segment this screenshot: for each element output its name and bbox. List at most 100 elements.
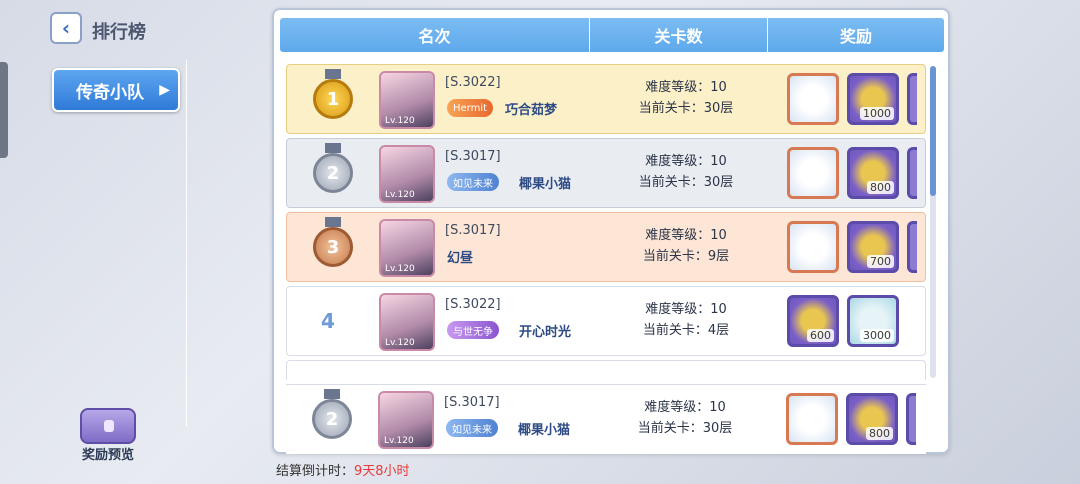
server-id: [S.3022] <box>445 297 501 312</box>
reward-qty: 600 <box>807 329 834 342</box>
back-button[interactable]: ‹ <box>50 12 82 44</box>
rank-number: 3 <box>326 236 340 258</box>
player-name: 椰果小猫 <box>518 423 571 438</box>
player-name: 巧合茹梦 <box>505 103 558 118</box>
header-stage: 关卡数 <box>590 18 768 52</box>
my-rank-row[interactable]: 2 Lv.120 [S.3017] 如见未来 椰果小猫 难度等级：10 当前关卡… <box>286 384 926 454</box>
player-name: 开心时光 <box>519 325 572 340</box>
ribbon-icon <box>325 69 341 79</box>
avatar[interactable]: Lv.120 <box>379 219 435 277</box>
table-row[interactable]: 4 Lv.120 [S.3022] 与世无争 开心时光 难度等级：10 当前关卡… <box>286 286 926 356</box>
server-id: [S.3017] <box>445 149 501 164</box>
header-reward: 奖励 <box>839 27 872 46</box>
ranking-list[interactable]: 1 Lv.120 [S.3022] Hermit 巧合茹梦 难度等级：10 当前… <box>274 62 938 380</box>
reward-qty: 3000 <box>860 329 894 342</box>
reward-coin-item[interactable]: 600 <box>787 295 839 347</box>
settlement-countdown: 结算倒计时：9天8小时 <box>276 460 410 479</box>
level-badge: Lv.120 <box>385 116 415 126</box>
avatar[interactable]: Lv.120 <box>379 71 435 129</box>
table-row[interactable] <box>286 360 926 380</box>
server-id: [S.3017] <box>445 223 501 238</box>
level-badge: Lv.120 <box>385 338 415 348</box>
reward-frame-item[interactable] <box>787 147 839 199</box>
difficulty-text: 难度等级：10 <box>645 228 727 243</box>
bronze-medal-icon: 3 <box>313 227 353 267</box>
reward-coin-item[interactable]: 1000 <box>847 73 899 125</box>
reward-qty: 1000 <box>860 107 894 120</box>
difficulty-text: 难度等级：10 <box>645 302 727 317</box>
difficulty-text: 难度等级：10 <box>644 400 726 415</box>
current-stage-text: 当前关卡：30层 <box>637 421 733 436</box>
table-row[interactable]: 2 Lv.120 [S.3017] 如见未来 椰果小猫 难度等级：10 当前关卡… <box>286 138 926 208</box>
ribbon-icon <box>324 389 340 399</box>
silver-medal-icon: 2 <box>313 153 353 193</box>
reward-qty: 700 <box>867 255 894 268</box>
edge-handle[interactable] <box>0 62 8 158</box>
difficulty-text: 难度等级：10 <box>645 80 727 95</box>
reward-item-partial[interactable] <box>907 147 917 199</box>
header-rank: 名次 <box>280 18 590 52</box>
reward-coin-item[interactable]: 800 <box>847 147 899 199</box>
stage-info: 难度等级：10 当前关卡：9层 <box>621 225 751 267</box>
triangle-right-icon: ▶ <box>159 82 170 98</box>
current-stage-text: 当前关卡：4层 <box>642 323 730 338</box>
reward-coin-item[interactable]: 800 <box>846 393 898 445</box>
reward-preview-button[interactable]: 奖励预览 <box>76 408 140 463</box>
reward-preview-label: 奖励预览 <box>81 448 134 463</box>
level-badge: Lv.120 <box>384 436 414 446</box>
countdown-value: 9天8小时 <box>354 464 410 479</box>
rank-number: 2 <box>326 162 340 184</box>
server-id: [S.3017] <box>444 395 500 410</box>
rank-number: 4 <box>321 309 335 333</box>
divider <box>186 60 187 426</box>
reward-item-partial[interactable] <box>907 221 917 273</box>
avatar[interactable]: Lv.120 <box>378 391 434 449</box>
reward-item-partial[interactable] <box>907 73 917 125</box>
reward-crystal-item[interactable]: 3000 <box>847 295 899 347</box>
chevron-left-icon: ‹ <box>61 16 71 40</box>
table-header: 名次 关卡数 奖励 <box>280 18 944 52</box>
server-id: [S.3022] <box>445 75 501 90</box>
current-stage-text: 当前关卡：30层 <box>638 175 734 190</box>
title-badge: 如见未来 <box>446 419 498 437</box>
title-badge: 如见未来 <box>447 173 499 191</box>
reward-frame-item[interactable] <box>787 221 839 273</box>
reward-frame-item[interactable] <box>786 393 838 445</box>
stage-info: 难度等级：10 当前关卡：30层 <box>621 77 751 119</box>
ranking-panel: 名次 关卡数 奖励 1 Lv.120 [S.3022] Hermit 巧合茹梦 … <box>272 8 950 454</box>
level-badge: Lv.120 <box>385 190 415 200</box>
silver-medal-icon: 2 <box>312 399 352 439</box>
reward-frame-item[interactable] <box>787 73 839 125</box>
table-row[interactable]: 3 Lv.120 [S.3017] 幻昼 难度等级：10 当前关卡：9层 700 <box>286 212 926 282</box>
avatar[interactable]: Lv.120 <box>379 293 435 351</box>
stage-info: 难度等级：10 当前关卡：30层 <box>621 151 751 193</box>
level-badge: Lv.120 <box>385 264 415 274</box>
table-row[interactable]: 1 Lv.120 [S.3022] Hermit 巧合茹梦 难度等级：10 当前… <box>286 64 926 134</box>
reward-qty: 800 <box>867 181 894 194</box>
scrollbar[interactable] <box>930 66 936 378</box>
current-stage-text: 当前关卡：9层 <box>642 249 730 264</box>
player-name: 幻昼 <box>447 251 474 266</box>
stage-info: 难度等级：10 当前关卡：4层 <box>621 299 751 341</box>
gold-medal-icon: 1 <box>313 79 353 119</box>
ribbon-icon <box>325 143 341 153</box>
stage-info: 难度等级：10 当前关卡：30层 <box>620 397 750 439</box>
tab-label: 传奇小队 <box>76 82 144 103</box>
chest-icon <box>80 408 136 444</box>
player-name: 椰果小猫 <box>519 177 572 192</box>
title-badge: 与世无争 <box>447 321 499 339</box>
ribbon-icon <box>325 217 341 227</box>
reward-item-partial[interactable] <box>906 393 916 445</box>
page-title: 排行榜 <box>92 22 146 43</box>
current-stage-text: 当前关卡：30层 <box>638 101 734 116</box>
countdown-label: 结算倒计时： <box>276 464 355 479</box>
reward-qty: 800 <box>866 427 893 440</box>
title-badge: Hermit <box>447 99 494 117</box>
difficulty-text: 难度等级：10 <box>645 154 727 169</box>
tab-legend-team[interactable]: 传奇小队 ▶ <box>52 68 180 112</box>
reward-coin-item[interactable]: 700 <box>847 221 899 273</box>
scrollbar-thumb[interactable] <box>930 66 936 196</box>
rank-number: 2 <box>325 408 339 430</box>
avatar[interactable]: Lv.120 <box>379 145 435 203</box>
rank-number: 1 <box>326 88 340 110</box>
